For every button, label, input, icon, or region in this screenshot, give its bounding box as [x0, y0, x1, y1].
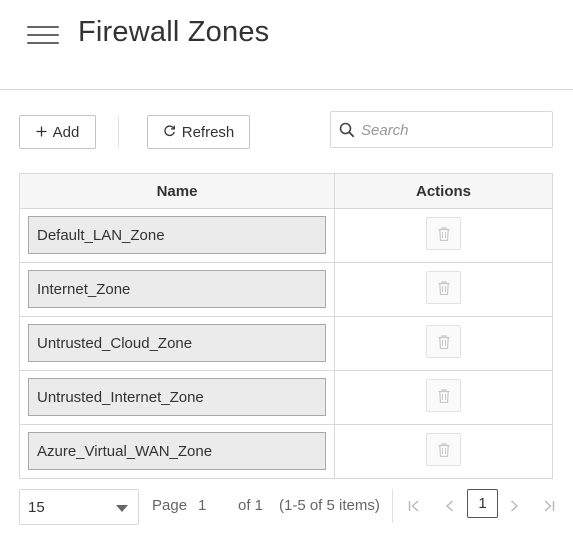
page-title: Firewall Zones [78, 16, 270, 48]
next-page-icon[interactable] [504, 496, 524, 516]
table-row: Untrusted_Internet_Zone [20, 371, 552, 425]
name-cell: Default_LAN_Zone [20, 209, 335, 262]
toolbar-divider [118, 117, 119, 147]
name-cell: Internet_Zone [20, 263, 335, 316]
first-page-icon[interactable] [404, 496, 424, 516]
pager: 15 Page 1 of 1 (1-5 of 5 items) 1 [19, 487, 573, 527]
add-button-label: Add [52, 123, 80, 141]
delete-button[interactable] [426, 433, 461, 466]
table-row: Azure_Virtual_WAN_Zone [20, 425, 552, 479]
table-row: Default_LAN_Zone [20, 209, 552, 263]
zone-name-field[interactable]: Untrusted_Cloud_Zone [28, 324, 326, 362]
search-icon [339, 122, 355, 138]
actions-cell [335, 317, 552, 370]
delete-button[interactable] [426, 325, 461, 358]
page-size-dropdown[interactable]: 15 [19, 489, 139, 525]
trash-icon [438, 280, 449, 295]
page-label: Page [152, 497, 188, 514]
delete-button[interactable] [426, 217, 461, 250]
pager-divider [392, 489, 393, 523]
plus-icon [36, 124, 47, 141]
page-number-input[interactable]: 1 [198, 497, 206, 514]
page-count-label: of 1 [238, 497, 264, 514]
actions-cell [335, 209, 552, 262]
items-info: (1-5 of 5 items) [279, 497, 380, 514]
trash-icon [438, 442, 449, 457]
trash-icon [438, 226, 449, 241]
column-header-actions: Actions [415, 183, 471, 200]
name-cell: Azure_Virtual_WAN_Zone [20, 425, 335, 478]
refresh-button[interactable]: Refresh [147, 115, 250, 149]
previous-page-icon[interactable] [440, 496, 460, 516]
name-cell: Untrusted_Cloud_Zone [20, 317, 335, 370]
trash-icon [438, 334, 449, 349]
column-header-name[interactable]: Name [20, 174, 335, 209]
page-header: Firewall Zones [0, 0, 573, 90]
delete-button[interactable] [426, 379, 461, 412]
zone-name-field[interactable]: Default_LAN_Zone [28, 216, 326, 254]
grid-header: Name Actions [20, 174, 552, 209]
hamburger-menu-icon[interactable] [27, 26, 59, 46]
zone-name-field[interactable]: Azure_Virtual_WAN_Zone [28, 432, 326, 470]
table-row: Untrusted_Cloud_Zone [20, 317, 552, 371]
zones-grid: Name Actions Default_LAN_Zone Internet_Z… [19, 173, 553, 479]
name-cell: Untrusted_Internet_Zone [20, 371, 335, 424]
zone-name-field[interactable]: Internet_Zone [28, 270, 326, 308]
actions-cell [335, 371, 552, 424]
chevron-down-icon [116, 505, 128, 512]
add-button[interactable]: Add [19, 115, 96, 149]
page-size-value: 15 [28, 498, 45, 516]
refresh-button-label: Refresh [181, 123, 235, 141]
last-page-icon[interactable] [539, 496, 559, 516]
trash-icon [438, 388, 449, 403]
actions-cell [335, 425, 552, 478]
delete-button[interactable] [426, 271, 461, 304]
zone-name-field[interactable]: Untrusted_Internet_Zone [28, 378, 326, 416]
page-1-button[interactable]: 1 [467, 489, 498, 518]
actions-cell [335, 263, 552, 316]
table-row: Internet_Zone [20, 263, 552, 317]
refresh-icon [163, 124, 176, 141]
search-input[interactable] [361, 118, 546, 142]
search-box[interactable] [330, 111, 553, 148]
